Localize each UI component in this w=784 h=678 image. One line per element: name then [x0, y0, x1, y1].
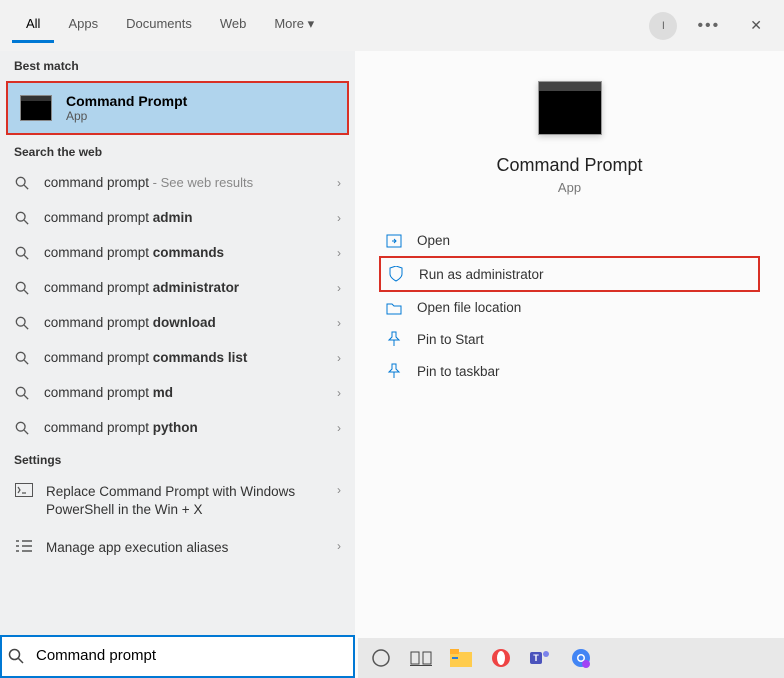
chrome-icon[interactable]	[568, 645, 594, 671]
action-label: Open	[417, 233, 450, 248]
web-result-item[interactable]: command prompt commands ›	[0, 235, 355, 270]
tab-web[interactable]: Web	[206, 8, 261, 43]
chevron-right-icon: ›	[337, 176, 341, 190]
action-pin-to-taskbar[interactable]: Pin to taskbar	[379, 355, 760, 387]
action-label: Open file location	[417, 300, 521, 315]
teams-icon[interactable]: T	[528, 645, 554, 671]
web-result-item[interactable]: command prompt python ›	[0, 410, 355, 445]
user-avatar[interactable]: I	[649, 12, 677, 40]
chevron-right-icon: ›	[337, 386, 341, 400]
open-icon	[385, 234, 403, 248]
search-input[interactable]	[34, 641, 347, 670]
web-result-item[interactable]: command prompt download ›	[0, 305, 355, 340]
svg-text:T: T	[533, 653, 539, 663]
search-web-label: Search the web	[0, 137, 355, 165]
close-button[interactable]: ✕	[740, 17, 772, 34]
result-text: command prompt md	[44, 385, 323, 400]
best-match-result[interactable]: Command Prompt App	[6, 81, 349, 135]
result-text: command prompt python	[44, 420, 323, 435]
setting-replace-cmd[interactable]: Replace Command Prompt with Windows Powe…	[0, 473, 355, 529]
list-icon	[14, 539, 34, 553]
tab-apps[interactable]: Apps	[54, 8, 112, 43]
action-pin-to-start[interactable]: Pin to Start	[379, 323, 760, 355]
search-icon	[8, 648, 24, 664]
setting-text: Manage app execution aliases	[46, 539, 325, 557]
preview-panel: Command Prompt App Open Run as administra…	[355, 51, 784, 678]
action-label: Run as administrator	[419, 267, 544, 282]
result-text: command prompt administrator	[44, 280, 323, 295]
web-result-item[interactable]: command prompt - See web results ›	[0, 165, 355, 200]
result-text: command prompt commands	[44, 245, 323, 260]
action-label: Pin to taskbar	[417, 364, 500, 379]
opera-icon[interactable]	[488, 645, 514, 671]
search-box[interactable]	[0, 635, 355, 678]
cortana-icon[interactable]	[368, 645, 394, 671]
pin-icon	[385, 331, 403, 347]
best-match-subtitle: App	[66, 109, 187, 123]
web-result-item[interactable]: command prompt md ›	[0, 375, 355, 410]
setting-text: Replace Command Prompt with Windows Powe…	[46, 483, 325, 519]
chevron-right-icon: ›	[337, 351, 341, 365]
task-view-icon[interactable]	[408, 645, 434, 671]
chevron-right-icon: ›	[337, 421, 341, 435]
search-icon	[14, 281, 30, 295]
preview-subtitle: App	[558, 180, 581, 195]
command-prompt-icon	[20, 95, 52, 121]
results-panel: Best match Command Prompt App Search the…	[0, 51, 355, 678]
chevron-right-icon: ›	[337, 483, 341, 497]
best-match-title: Command Prompt	[66, 93, 187, 109]
result-text: command prompt commands list	[44, 350, 323, 365]
web-result-item[interactable]: command prompt administrator ›	[0, 270, 355, 305]
setting-aliases[interactable]: Manage app execution aliases ›	[0, 529, 355, 567]
tab-documents[interactable]: Documents	[112, 8, 206, 43]
pin-icon	[385, 363, 403, 379]
taskbar: T	[358, 638, 784, 678]
search-icon	[14, 421, 30, 435]
command-prompt-icon	[538, 81, 602, 135]
search-icon	[14, 211, 30, 225]
action-label: Pin to Start	[417, 332, 484, 347]
chevron-right-icon: ›	[337, 281, 341, 295]
result-text: command prompt admin	[44, 210, 323, 225]
search-icon	[14, 246, 30, 260]
result-text: command prompt - See web results	[44, 175, 323, 190]
action-run-as-administrator[interactable]: Run as administrator	[379, 256, 760, 292]
file-explorer-icon[interactable]	[448, 645, 474, 671]
result-text: command prompt download	[44, 315, 323, 330]
chevron-right-icon: ›	[337, 539, 341, 553]
search-icon	[14, 351, 30, 365]
web-result-item[interactable]: command prompt commands list ›	[0, 340, 355, 375]
filter-tabs: All Apps Documents Web More ▾	[12, 8, 645, 43]
preview-title: Command Prompt	[496, 155, 642, 176]
settings-label: Settings	[0, 445, 355, 473]
action-open[interactable]: Open	[379, 225, 760, 256]
shield-icon	[387, 266, 405, 282]
tab-all[interactable]: All	[12, 8, 54, 43]
search-icon	[14, 176, 30, 190]
tab-more[interactable]: More ▾	[260, 8, 328, 43]
folder-icon	[385, 301, 403, 315]
search-icon	[14, 386, 30, 400]
web-result-item[interactable]: command prompt admin ›	[0, 200, 355, 235]
search-icon	[14, 316, 30, 330]
chevron-right-icon: ›	[337, 316, 341, 330]
action-open-file-location[interactable]: Open file location	[379, 292, 760, 323]
header-bar: All Apps Documents Web More ▾ I ••• ✕	[0, 0, 784, 51]
chevron-right-icon: ›	[337, 246, 341, 260]
best-match-label: Best match	[0, 51, 355, 79]
more-options-button[interactable]: •••	[689, 17, 728, 35]
terminal-icon	[14, 483, 34, 497]
chevron-right-icon: ›	[337, 211, 341, 225]
